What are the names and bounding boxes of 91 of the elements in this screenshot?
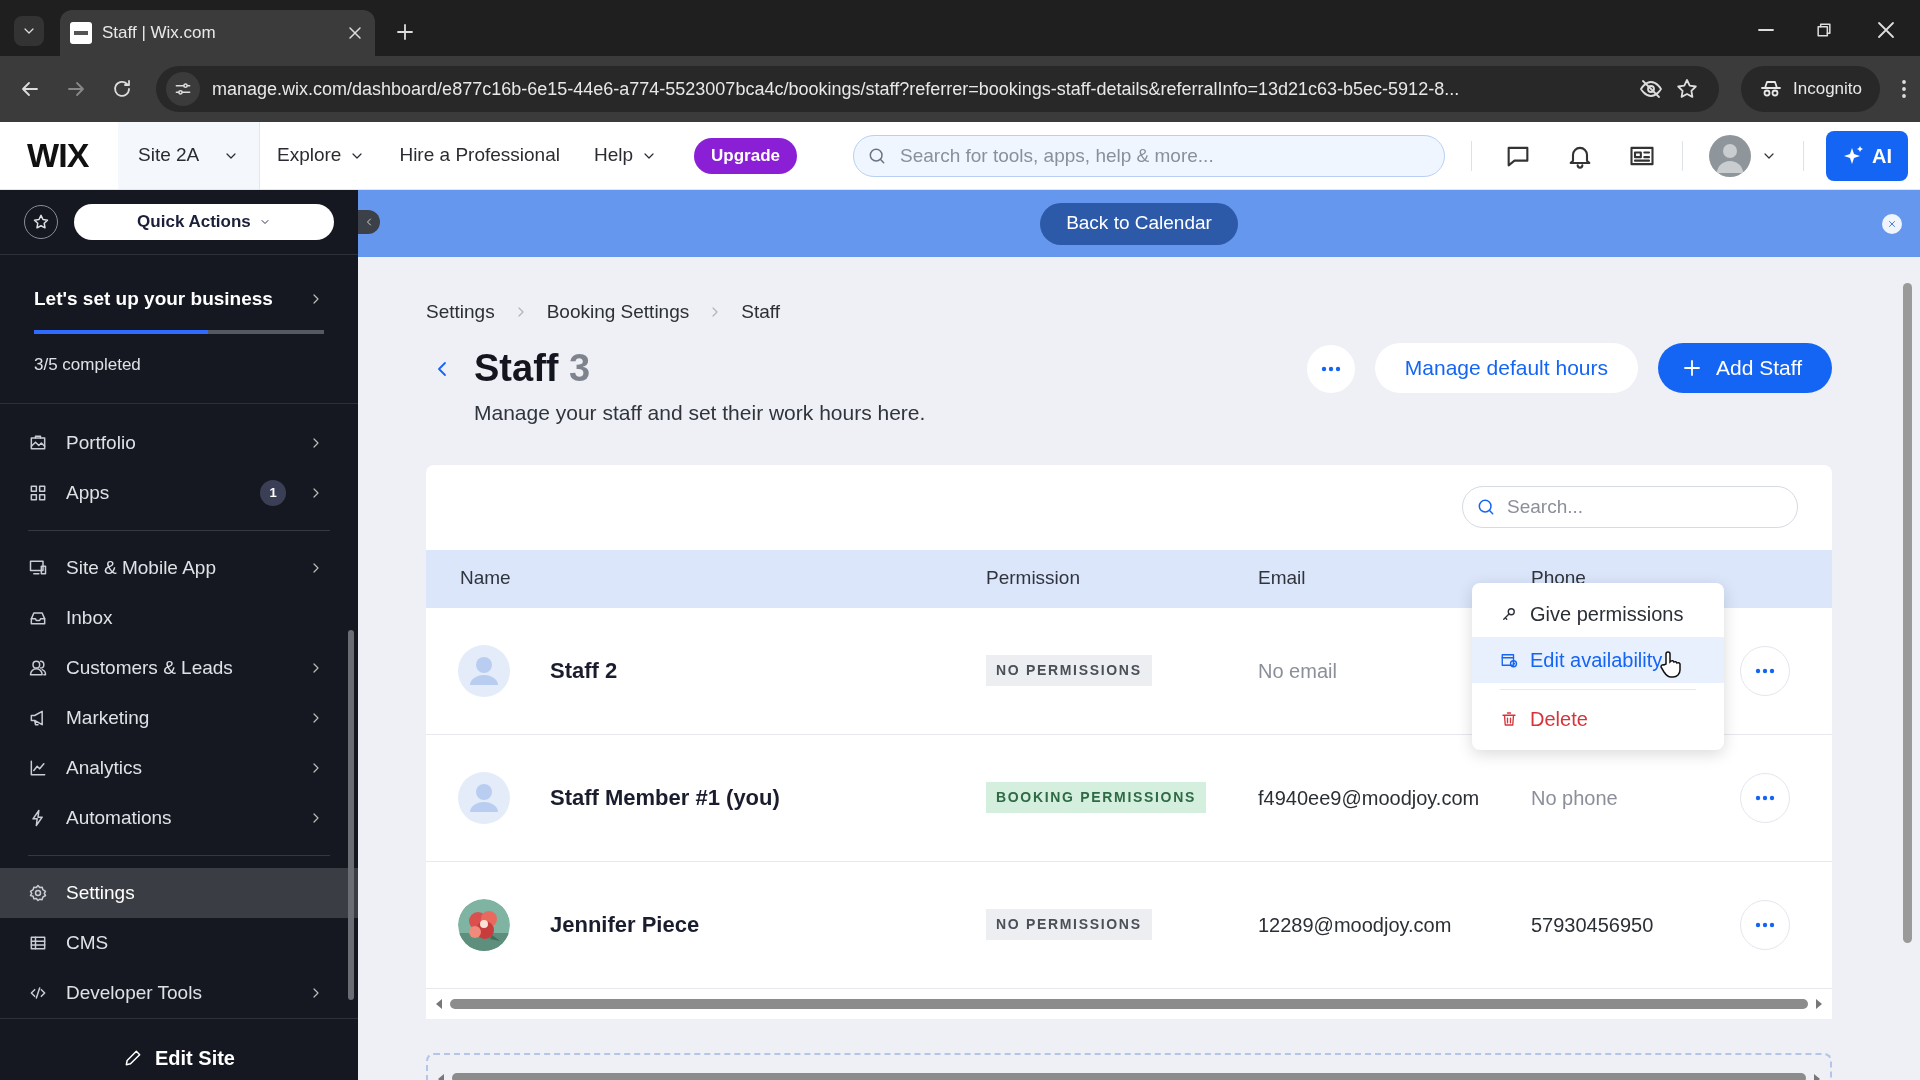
browser-menu-button[interactable] [1902, 79, 1906, 99]
breadcrumb-link[interactable]: Staff [741, 297, 780, 327]
phone-text: 57930456950 [1531, 913, 1654, 936]
staff-count: 3 [569, 347, 591, 389]
restore-icon [1814, 20, 1834, 40]
scrollbar[interactable] [452, 1072, 1806, 1080]
sidebar-item[interactable]: Inbox [0, 593, 358, 643]
tab-list-button[interactable] [14, 16, 44, 46]
sidebar-item[interactable]: Automations [0, 793, 358, 843]
menu-item[interactable]: Give permissions [1472, 590, 1724, 637]
sidebar-item[interactable]: Portfolio [0, 418, 358, 468]
add-staff-button[interactable]: Add Staff [1658, 343, 1832, 393]
email-text: No email [1258, 659, 1337, 682]
sidebar-item[interactable]: Developer Tools [0, 968, 358, 1018]
sidebar-item[interactable]: CMS [0, 918, 358, 968]
page-title: Staff [474, 347, 559, 389]
permission-tag: NO PERMISSIONS [986, 909, 1152, 940]
tab-title: Staff | Wix.com [102, 22, 217, 45]
incognito-button[interactable]: Incognito [1741, 66, 1880, 112]
progress-text: 3/5 completed [34, 353, 142, 376]
gear-icon [28, 883, 48, 903]
site-favicon-icon [70, 22, 92, 44]
permission-tag: NO PERMISSIONS [986, 655, 1152, 686]
permission-tag: BOOKING PERMISSIONS [986, 782, 1206, 813]
menu-item[interactable]: Edit availability [1472, 636, 1724, 683]
scroll-right-icon[interactable] [1814, 997, 1824, 1010]
phone-text: No phone [1531, 786, 1618, 809]
avatar-placeholder-icon [458, 771, 510, 824]
more-icon [1320, 365, 1341, 373]
breadcrumb-link[interactable]: Booking Settings [546, 297, 690, 327]
avatar-placeholder-icon [458, 644, 510, 697]
search-field[interactable]: Search for tools, apps, help & more... [853, 134, 1445, 177]
sidebar-item[interactable]: Marketing [0, 693, 358, 743]
more-icon [1755, 666, 1775, 675]
star-icon [1675, 77, 1699, 101]
edit-site-button[interactable]: Edit Site [123, 1042, 235, 1073]
people-icon [28, 658, 48, 678]
scrollbar[interactable] [450, 998, 1808, 1009]
minimize-button[interactable] [1758, 29, 1774, 31]
url-text: manage.wix.com/dashboard/e877c16b-6e15-44e6-a774-5523007bca4c/bookings/staff?referrer=bookings-staff-details&referralInfo=13d21c63-b5ec-5912-8... [212, 77, 1461, 101]
more-actions-button[interactable] [1306, 345, 1355, 393]
sidebar-item[interactable]: Apps 1 [0, 468, 358, 518]
table-icon [28, 933, 48, 953]
count-badge: 1 [260, 480, 286, 506]
devices-icon [28, 558, 48, 578]
address-bar[interactable]: manage.wix.com/dashboard/e877c16b-6e15-44e6-a774-5523007bca4c/bookings/staff?referrer=bookings-staff-details&referralInfo=13d21c63-b5ec-5912-8... [156, 66, 1719, 112]
email-text: f4940ee9@moodjoy.com [1258, 786, 1480, 809]
staff-name: Staff Member #1 (you) [550, 784, 780, 812]
nav-menu-item[interactable]: Help [576, 141, 675, 170]
column-header: Email [1258, 566, 1306, 591]
scrollbar[interactable] [348, 630, 354, 1000]
kebab-icon [1902, 79, 1906, 99]
more-icon [1755, 920, 1775, 929]
staff-name: Staff 2 [550, 657, 618, 685]
eye-off-icon [1639, 77, 1663, 101]
apps-icon [28, 483, 48, 503]
setup-checklist-link[interactable]: Let's set up your business [34, 285, 324, 314]
column-header: Permission [986, 566, 1080, 591]
sidebar-item[interactable]: Settings [0, 868, 358, 918]
browser-tab[interactable]: Staff | Wix.com [60, 10, 375, 56]
sidebar-item[interactable]: Customers & Leads [0, 643, 358, 693]
back-to-calendar-button[interactable]: Back to Calendar [1040, 202, 1238, 245]
nav-menu-item[interactable]: Explore [260, 141, 383, 170]
trash-icon [1500, 709, 1518, 728]
page-subtitle: Manage your staff and set their work hours here. [474, 400, 927, 426]
sidebar-item[interactable]: Analytics [0, 743, 358, 793]
upgrade-button[interactable]: Upgrade [694, 137, 797, 174]
email-text: 12289@moodjoy.com [1258, 913, 1452, 936]
portfolio-icon [28, 433, 48, 453]
sidebar-item[interactable]: Site & Mobile App [0, 543, 358, 593]
avatar-icon [1709, 134, 1751, 177]
wix-logo[interactable]: WIX [0, 130, 118, 181]
minimize-icon [1758, 29, 1774, 31]
ai-button[interactable]: AI [1826, 130, 1908, 181]
menu-item[interactable]: Delete [1472, 695, 1724, 742]
page-scrollbar[interactable] [1903, 283, 1912, 943]
more-icon [1755, 793, 1775, 802]
scroll-left-icon[interactable] [434, 997, 444, 1010]
chart-icon [28, 758, 48, 778]
search-icon [1476, 497, 1496, 517]
breadcrumb-link[interactable]: Settings [426, 297, 495, 327]
column-header: Name [459, 566, 511, 591]
search-field[interactable]: Search... [1462, 486, 1798, 528]
manage-default-hours-button[interactable]: Manage default hours [1374, 343, 1638, 393]
site-selector[interactable]: Site 2A [118, 122, 260, 189]
restore-button[interactable] [1814, 20, 1834, 40]
quick-actions-button[interactable]: Quick Actions [73, 204, 334, 240]
staff-name: Jennifer Piece [550, 911, 700, 939]
nav-menu-item[interactable]: Hire a Professional [382, 141, 577, 170]
collapse-sidebar-button[interactable] [358, 210, 380, 234]
close-banner-button[interactable] [1882, 213, 1902, 234]
